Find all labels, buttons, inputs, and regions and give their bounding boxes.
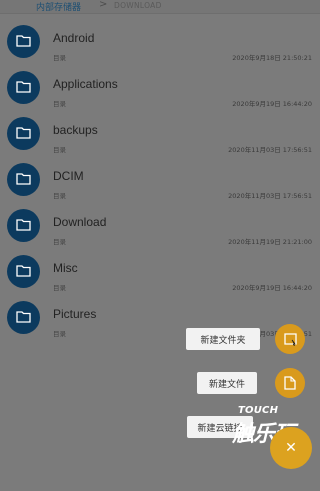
file-type: 目录 <box>53 330 66 338</box>
folder-icon <box>7 301 40 334</box>
list-item[interactable]: DCIM 目录 2020年11月03日 17:56:51 <box>0 156 320 202</box>
file-date: 2020年9月19日 16:44:20 <box>232 284 312 292</box>
file-name: Applications <box>53 77 118 91</box>
file-name: Download <box>53 215 107 229</box>
breadcrumb-separator: > <box>99 0 108 10</box>
file-name: Android <box>53 31 95 45</box>
folder-icon <box>7 209 40 242</box>
watermark-line1: TOUCH <box>238 405 279 416</box>
file-type: 目录 <box>53 100 66 108</box>
folder-icon <box>7 117 40 150</box>
list-item[interactable]: backups 目录 2020年11月03日 17:56:51 <box>0 110 320 156</box>
close-fab-button[interactable]: ✕ <box>270 427 312 469</box>
new-file-label[interactable]: 新建文件 <box>197 372 257 394</box>
list-item[interactable]: Misc 目录 2020年9月19日 16:44:20 <box>0 248 320 294</box>
folder-icon <box>7 163 40 196</box>
file-type: 目录 <box>53 192 66 200</box>
file-name: DCIM <box>53 169 84 183</box>
breadcrumb-home[interactable]: 内部存储器 <box>36 0 81 13</box>
file-name: Pictures <box>53 307 97 321</box>
file-date: 2020年11月19日 21:21:00 <box>228 238 312 246</box>
list-item[interactable]: Pictures 目录 2020年11月03日 17:56:51 <box>0 294 320 340</box>
breadcrumb-current[interactable]: DOWNLOAD <box>114 1 162 10</box>
list-item[interactable]: Android 目录 2020年9月18日 21:50:21 <box>0 18 320 64</box>
folder-icon <box>7 255 40 288</box>
file-type: 目录 <box>53 238 66 246</box>
close-icon: ✕ <box>285 440 297 456</box>
breadcrumb: 内部存储器 > DOWNLOAD <box>0 0 320 14</box>
new-file-button[interactable] <box>275 368 305 398</box>
file-date: 2020年11月03日 17:56:51 <box>228 146 312 154</box>
new-folder-icon <box>284 333 297 346</box>
file-date: 2020年9月18日 21:50:21 <box>232 54 312 62</box>
list-item[interactable]: Applications 目录 2020年9月19日 16:44:20 <box>0 64 320 110</box>
list-item[interactable]: Download 目录 2020年11月19日 21:21:00 <box>0 202 320 248</box>
new-folder-button[interactable] <box>275 324 305 354</box>
file-name: backups <box>53 123 98 137</box>
file-icon <box>284 376 296 390</box>
file-type: 目录 <box>53 146 66 154</box>
folder-icon <box>7 25 40 58</box>
file-name: Misc <box>53 261 78 275</box>
new-folder-label[interactable]: 新建文件夹 <box>186 328 260 350</box>
file-date: 2020年11月03日 17:56:51 <box>228 192 312 200</box>
file-date: 2020年9月19日 16:44:20 <box>232 100 312 108</box>
folder-icon <box>7 71 40 104</box>
file-type: 目录 <box>53 284 66 292</box>
file-type: 目录 <box>53 54 66 62</box>
